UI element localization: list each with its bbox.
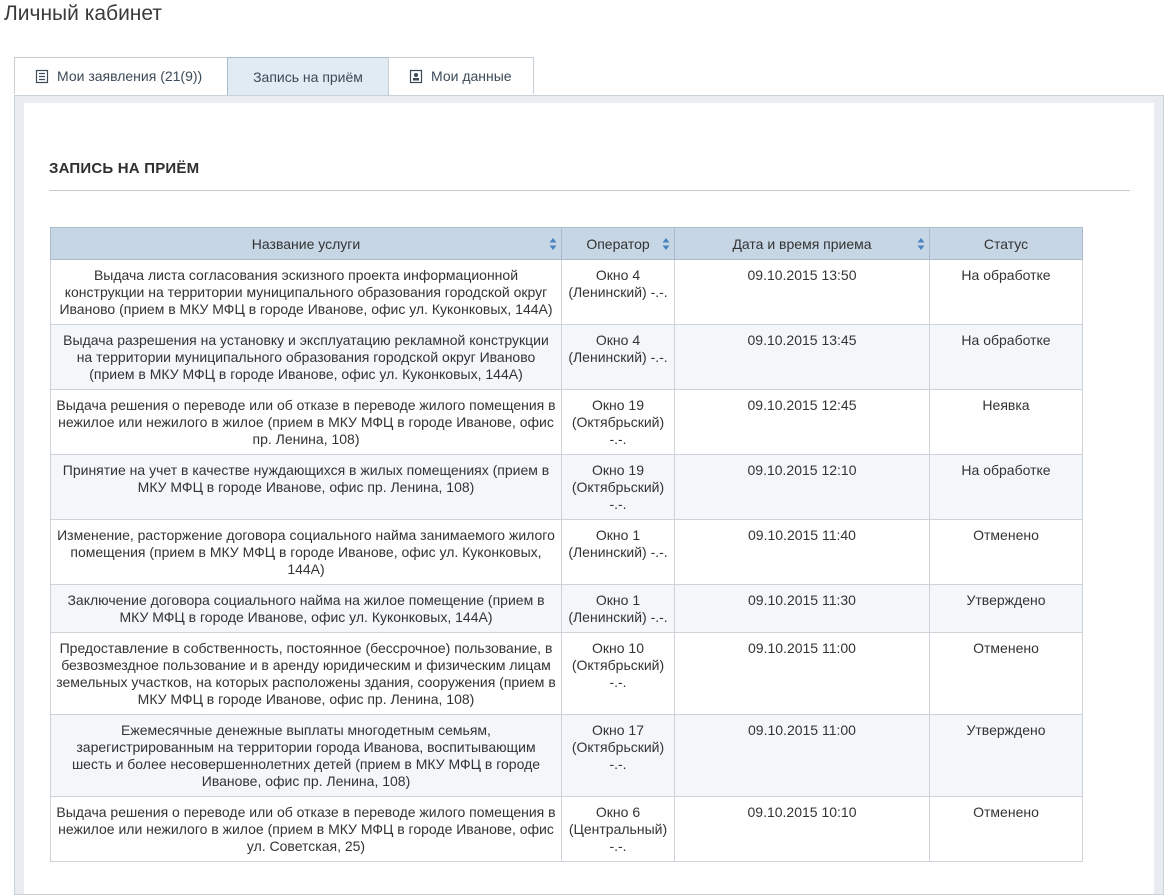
tab-label: Мои данные [431,68,512,84]
table-header-row: Название услуги Оператор Дата и время пр… [50,227,1083,260]
cell-operator: Окно 4 (Ленинский) -.-. [561,324,675,390]
cell-service: Ежемесячные денежные выплаты многодетным… [50,714,562,797]
cell-service: Выдача решения о переводе или об отказе … [50,389,562,455]
column-header-status: Статус [929,227,1083,260]
section-divider [49,190,1130,191]
cell-service: Заключение договора социального найма на… [50,584,562,633]
table-row: Изменение, расторжение договора социальн… [50,519,1083,585]
sort-icon [662,238,670,250]
tab-my-applications[interactable]: Мои заявления (21(9)) [14,57,228,94]
cell-service: Выдача листа согласования эскизного прое… [50,259,562,325]
column-header-service[interactable]: Название услуги [50,227,562,260]
cell-operator: Окно 1 (Ленинский) -.-. [561,519,675,585]
cell-datetime: 09.10.2015 12:10 [674,454,930,520]
cell-status: На обработке [929,454,1083,520]
table-row: Выдача решения о переводе или об отказе … [50,796,1083,862]
cell-status: Утверждено [929,584,1083,633]
cell-operator: Окно 1 (Ленинский) -.-. [561,584,675,633]
cell-datetime: 09.10.2015 10:10 [674,796,930,862]
cell-operator: Окно 10 (Октябрьский) -.-. [561,632,675,715]
column-header-label: Оператор [586,235,650,252]
tab-label: Мои заявления (21(9)) [57,68,203,84]
sort-icon [549,238,557,250]
cell-status: Отменено [929,796,1083,862]
cell-status: Отменено [929,632,1083,715]
cell-service: Выдача разрешения на установку и эксплуа… [50,324,562,390]
cell-datetime: 09.10.2015 12:45 [674,389,930,455]
cell-operator: Окно 17 (Октябрьский) -.-. [561,714,675,797]
table-row: Заключение договора социального найма на… [50,584,1083,633]
cell-datetime: 09.10.2015 13:50 [674,259,930,325]
tab-appointment[interactable]: Запись на приём [227,57,389,96]
cell-datetime: 09.10.2015 13:45 [674,324,930,390]
cell-operator: Окно 19 (Октябрьский) -.-. [561,454,675,520]
cell-operator: Окно 4 (Ленинский) -.-. [561,259,675,325]
cell-service: Предоставление в собственность, постоянн… [50,632,562,715]
tab-label: Запись на приём [253,68,363,85]
page-title: Личный кабинет [4,2,162,25]
table-row: Предоставление в собственность, постоянн… [50,632,1083,715]
cell-service: Принятие на учет в качестве нуждающихся … [50,454,562,520]
table-row: Выдача решения о переводе или об отказе … [50,389,1083,455]
panel-content: ЗАПИСЬ НА ПРИЁМ Название услуги Оператор [24,103,1154,894]
table-row: Выдача листа согласования эскизного прое… [50,259,1083,325]
cell-datetime: 09.10.2015 11:30 [674,584,930,633]
cell-datetime: 09.10.2015 11:00 [674,632,930,715]
table-row: Ежемесячные денежные выплаты многодетным… [50,714,1083,797]
cell-status: Отменено [929,519,1083,585]
tab-my-data[interactable]: Мои данные [388,57,534,94]
cell-status: Неявка [929,389,1083,455]
cell-status: На обработке [929,259,1083,325]
table-row: Выдача разрешения на установку и эксплуа… [50,324,1083,390]
cell-datetime: 09.10.2015 11:00 [674,714,930,797]
appointments-table: Название услуги Оператор Дата и время пр… [50,227,1083,862]
cell-service: Изменение, расторжение договора социальн… [50,519,562,585]
cell-service: Выдача решения о переводе или об отказе … [50,796,562,862]
column-header-label: Статус [983,235,1029,252]
id-card-icon [409,69,423,83]
column-header-label: Название услуги [251,235,361,252]
cell-operator: Окно 19 (Октябрьский) -.-. [561,389,675,455]
cell-datetime: 09.10.2015 11:40 [674,519,930,585]
tab-panel: ЗАПИСЬ НА ПРИЁМ Название услуги Оператор [14,95,1164,895]
cell-status: Утверждено [929,714,1083,797]
sort-icon [917,238,925,250]
column-header-label: Дата и время приема [732,235,872,252]
section-title: ЗАПИСЬ НА ПРИЁМ [49,160,200,177]
document-list-icon [35,69,49,83]
column-header-datetime[interactable]: Дата и время приема [674,227,930,260]
table-row: Принятие на учет в качестве нуждающихся … [50,454,1083,520]
column-header-operator[interactable]: Оператор [561,227,675,260]
cell-status: На обработке [929,324,1083,390]
cell-operator: Окно 6 (Центральный) -.-. [561,796,675,862]
